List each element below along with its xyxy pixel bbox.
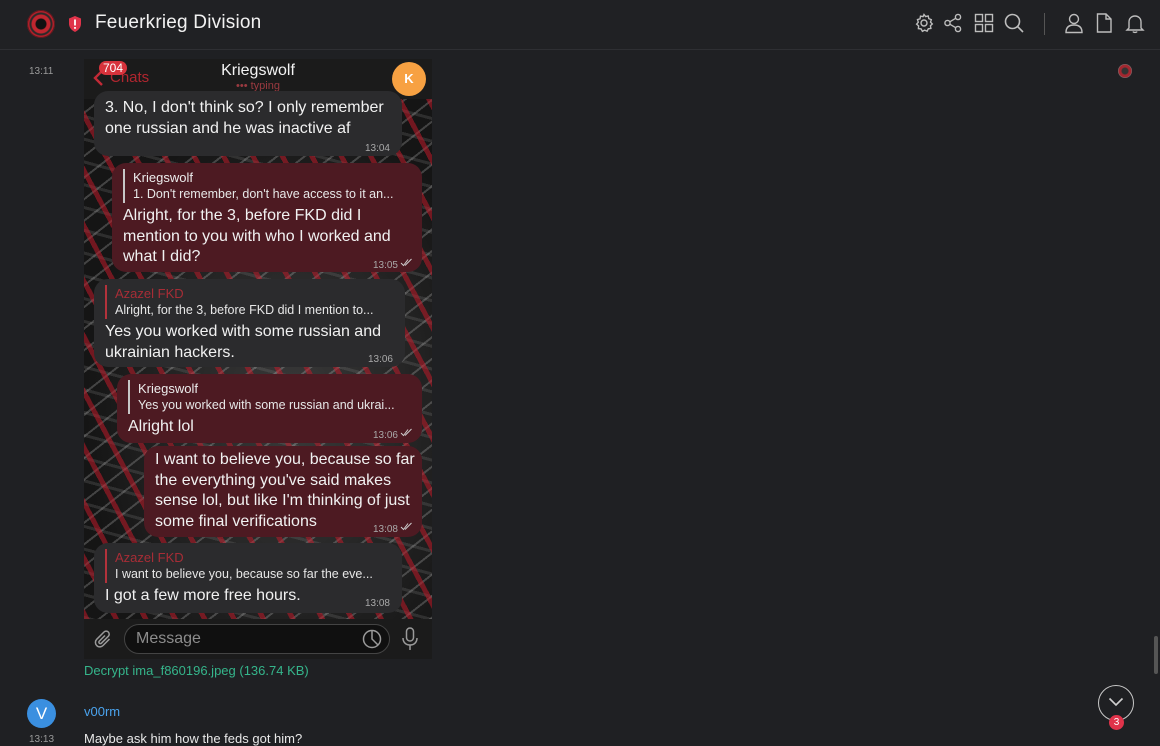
person-icon[interactable] xyxy=(1063,12,1085,34)
message-text: Alright, for the 3, before FKD did I men… xyxy=(123,207,391,265)
apps-grid-icon[interactable] xyxy=(973,12,995,34)
unread-count-badge: 3 xyxy=(1109,715,1124,730)
message-time: 13:05 xyxy=(372,260,398,271)
message-time: 13:04 xyxy=(364,143,390,154)
room-header: Feuerkrieg Division xyxy=(0,0,1160,50)
paperclip-icon xyxy=(94,630,111,648)
reply-quote: Azazel FKD Alright, for the 3, before FK… xyxy=(105,285,373,319)
sticker-icon xyxy=(362,629,382,649)
screenshot-message-bubble: I want to believe you, because so far th… xyxy=(144,446,422,537)
message-time: 13:08 xyxy=(372,524,398,535)
file-icon[interactable] xyxy=(1093,12,1115,34)
message-text: Yes you worked with some russian and ukr… xyxy=(105,323,381,361)
shield-icon xyxy=(69,16,81,32)
screenshot-contact-name: Kriegswolf xyxy=(221,62,295,79)
message-body: Maybe ask him how the feds got him? xyxy=(84,731,303,746)
decrypt-attachment-link[interactable]: Decrypt ima_f860196.jpeg (136.74 KB) xyxy=(84,663,309,678)
screenshot-message-bubble: Azazel FKD I want to believe you, becaus… xyxy=(94,543,402,613)
screenshot-message-bubble: Azazel FKD Alright, for the 3, before FK… xyxy=(94,279,405,367)
message-text: 3. No, I don't think so? I only remember… xyxy=(105,99,384,137)
event-timestamp: 13:13 xyxy=(29,734,55,745)
message-time: 13:06 xyxy=(372,430,398,441)
reply-quote: Kriegswolf Yes you worked with some russ… xyxy=(128,380,395,414)
image-attachment[interactable]: Chats 704 Kriegswolf ••• typing K 3. No,… xyxy=(84,59,432,659)
room-avatar[interactable] xyxy=(27,10,55,38)
screenshot-message-input: Message xyxy=(124,624,390,654)
avatar[interactable]: V xyxy=(27,699,56,728)
room-title: Feuerkrieg Division xyxy=(95,12,262,33)
settings-icon[interactable] xyxy=(913,12,935,34)
scrollbar-thumb[interactable] xyxy=(1154,636,1158,674)
event-timestamp: 13:11 xyxy=(29,66,54,77)
double-check-icon xyxy=(400,522,412,531)
read-receipt-avatar[interactable] xyxy=(1118,64,1132,78)
share-icon[interactable] xyxy=(942,12,964,34)
screenshot-message-bubble: Kriegswolf Yes you worked with some russ… xyxy=(117,374,422,443)
double-check-icon xyxy=(400,428,412,437)
screenshot-message-bubble: Kriegswolf 1. Don't remember, don't have… xyxy=(112,163,422,272)
reply-quote: Azazel FKD I want to believe you, becaus… xyxy=(105,549,373,583)
message-time: 13:06 xyxy=(367,354,393,365)
reply-quote: Kriegswolf 1. Don't remember, don't have… xyxy=(123,169,393,203)
microphone-icon xyxy=(402,627,418,650)
sender-name[interactable]: v00rm xyxy=(84,704,120,719)
message-text: Alright lol xyxy=(128,418,194,435)
message-text: I got a few more free hours. xyxy=(105,587,301,604)
search-icon[interactable] xyxy=(1003,12,1025,34)
header-divider xyxy=(1044,13,1045,35)
chevron-down-icon xyxy=(1108,697,1124,707)
message-time: 13:08 xyxy=(364,598,390,609)
screenshot-contact-avatar: K xyxy=(392,62,426,96)
screenshot-message-bubble: 3. No, I don't think so? I only remember… xyxy=(94,91,402,156)
double-check-icon xyxy=(400,258,412,267)
bell-icon[interactable] xyxy=(1124,12,1146,34)
screenshot-composer: Message xyxy=(84,619,432,659)
